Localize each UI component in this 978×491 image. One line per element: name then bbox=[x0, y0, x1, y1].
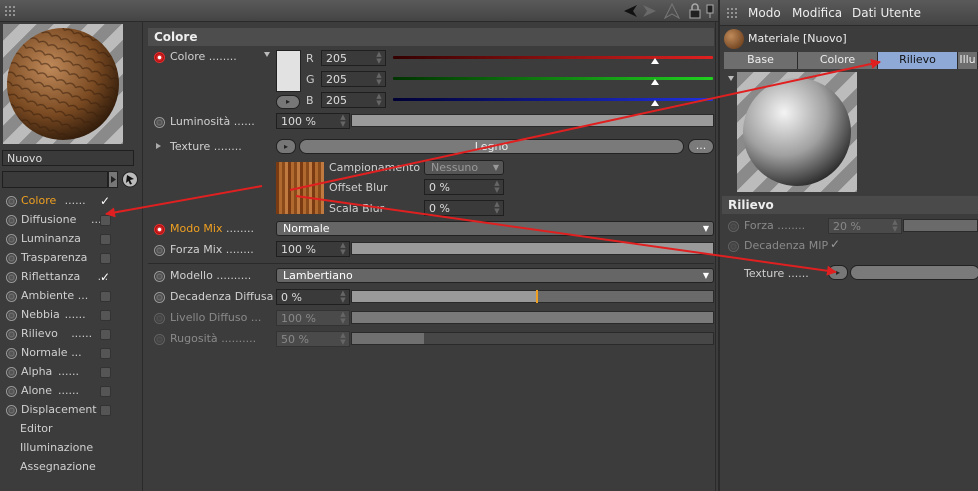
arrow-to-rilievo-tab bbox=[289, 59, 881, 191]
arrow-to-diffusione bbox=[105, 185, 263, 218]
arrow-to-texture bbox=[295, 195, 837, 276]
annotation-overlay bbox=[105, 59, 881, 276]
